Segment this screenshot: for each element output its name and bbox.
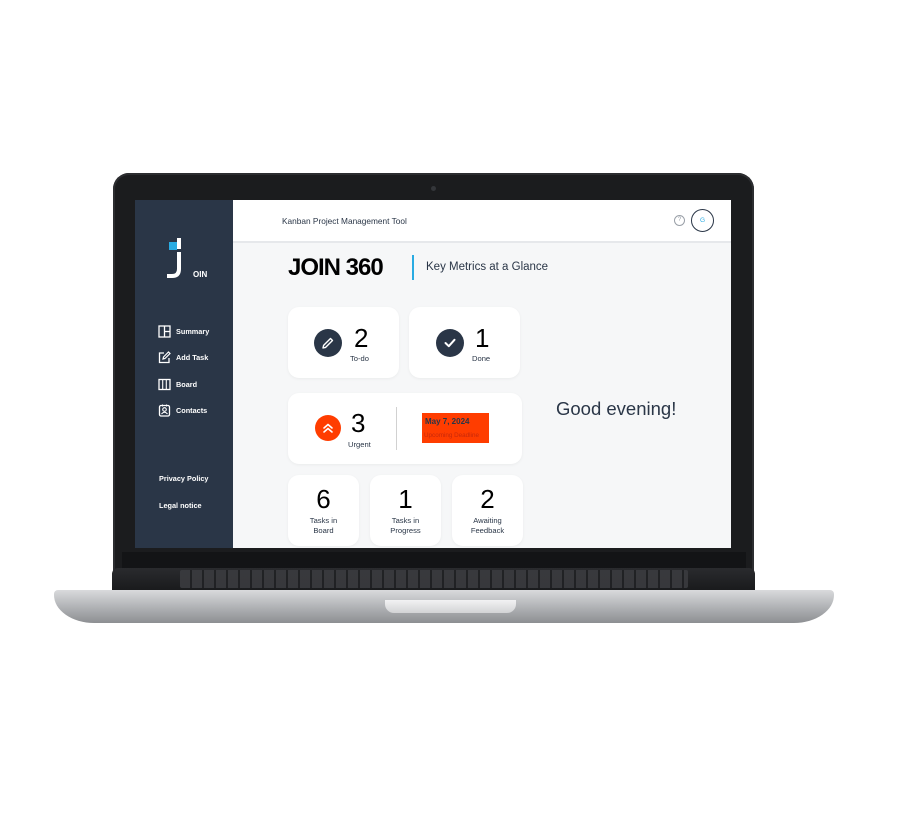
- sidebar-item-label: Contacts: [176, 406, 208, 416]
- done-count: 1: [475, 323, 490, 353]
- question-mark-icon[interactable]: ?: [674, 215, 685, 226]
- awaiting-feedback-count: 2: [480, 484, 495, 514]
- logo-text: OIN: [193, 270, 208, 279]
- summary-icon: [158, 325, 171, 338]
- board-icon: [158, 378, 171, 390]
- header-title: Kanban Project Management Tool: [282, 216, 407, 226]
- todo-label: To-do: [350, 354, 369, 363]
- tasks-in-board-label: Tasks in Board: [288, 516, 359, 536]
- awaiting-feedback-label-line2: Feedback: [470, 526, 505, 535]
- legal-links: Privacy Policy Legal notice: [159, 474, 209, 527]
- done-label: Done: [472, 354, 491, 363]
- greeting-text: Good evening!: [556, 398, 677, 419]
- done-card[interactable]: 1 Done: [409, 307, 520, 378]
- awaiting-feedback-card[interactable]: 2 Awaiting Feedback: [452, 475, 523, 546]
- page-subtitle: Key Metrics at a Glance: [426, 261, 549, 273]
- sidebar-item-label: Board: [176, 379, 198, 389]
- top-header: Kanban Project Management Tool ? G: [233, 200, 731, 243]
- pencil-icon: [314, 329, 342, 357]
- deadline-date: May 7, 2024: [425, 417, 470, 426]
- contacts-icon: [158, 404, 171, 417]
- sidebar-item-add-task[interactable]: Add Task: [135, 345, 233, 372]
- tasks-in-progress-card[interactable]: 1 Tasks in Progress: [370, 475, 441, 546]
- tasks-in-progress-label-line2: Progress: [390, 526, 421, 535]
- app-screen: OIN Summary Add Task Board Contacts Priv…: [135, 200, 731, 548]
- laptop-notch: [385, 600, 516, 613]
- urgent-divider: [396, 407, 397, 450]
- tasks-in-progress-label: Tasks in Progress: [370, 516, 441, 536]
- tasks-in-board-label-line2: Board: [313, 526, 334, 535]
- edit-icon: [158, 351, 171, 364]
- tasks-in-board-card[interactable]: 6 Tasks in Board: [288, 475, 359, 546]
- sidebar-item-label: Summary: [176, 326, 210, 336]
- sidebar-nav: Summary Add Task Board Contacts: [135, 318, 233, 424]
- tasks-in-progress-label-line1: Tasks in: [391, 516, 420, 525]
- deadline-label: Upcoming Deadline: [424, 432, 479, 439]
- user-avatar[interactable]: G: [691, 209, 714, 232]
- title-divider: [412, 255, 414, 280]
- sidebar-item-board[interactable]: Board: [135, 371, 233, 398]
- urgent-count: 3: [351, 408, 366, 438]
- checkmark-icon: [436, 329, 464, 357]
- privacy-policy-link[interactable]: Privacy Policy: [159, 474, 209, 501]
- sidebar-item-contacts[interactable]: Contacts: [135, 398, 233, 425]
- laptop-keyboard: [180, 570, 688, 588]
- todo-count: 2: [354, 323, 369, 353]
- sidebar-item-summary[interactable]: Summary: [135, 318, 233, 345]
- urgent-label: Urgent: [348, 440, 371, 449]
- awaiting-feedback-label: Awaiting Feedback: [452, 516, 523, 536]
- tasks-in-progress-count: 1: [398, 484, 413, 514]
- double-chevron-up-icon: [315, 415, 341, 441]
- page-title: JOIN 360: [288, 254, 384, 281]
- webcam: [431, 186, 436, 191]
- tasks-in-board-label-line1: Tasks in: [309, 516, 338, 525]
- tasks-in-board-count: 6: [316, 484, 331, 514]
- upcoming-deadline: May 7, 2024 Upcoming Deadline: [422, 413, 489, 443]
- legal-notice-link[interactable]: Legal notice: [159, 501, 209, 528]
- awaiting-feedback-label-line1: Awaiting: [473, 516, 502, 525]
- sidebar: OIN Summary Add Task Board Contacts Priv…: [135, 200, 233, 548]
- sidebar-item-label: Add Task: [176, 353, 209, 363]
- logo-square: [169, 242, 177, 250]
- todo-card[interactable]: 2 To-do: [288, 307, 399, 378]
